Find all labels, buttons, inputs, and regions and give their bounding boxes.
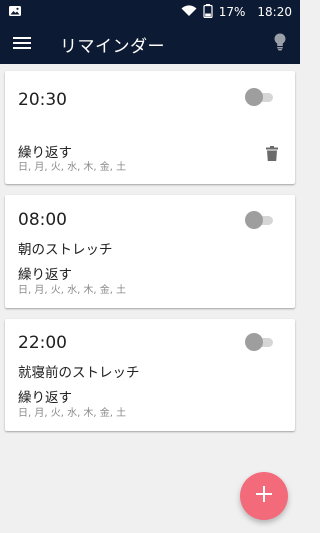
reminder-card[interactable]: 20:30 繰り返す 日, 月, 火, 水, 木, 金, 土 xyxy=(5,71,295,184)
status-time: 18:20 xyxy=(257,5,292,19)
reminder-toggle[interactable] xyxy=(245,333,275,351)
trash-icon xyxy=(266,145,278,165)
delete-button[interactable] xyxy=(263,145,281,165)
add-icon xyxy=(255,485,273,507)
reminder-label[interactable]: 就寝前のストレッチ xyxy=(18,361,140,381)
reminder-label[interactable]: 朝のストレッチ xyxy=(18,238,113,258)
repeat-label[interactable]: 繰り返す xyxy=(18,386,72,406)
reminder-card[interactable]: 22:00 就寝前のストレッチ 繰り返す 日, 月, 火, 水, 木, 金, 土 xyxy=(5,319,295,431)
image-icon xyxy=(8,5,22,20)
battery-percent: 17% xyxy=(218,5,246,19)
add-reminder-button[interactable] xyxy=(240,472,288,520)
status-bar: 17% 18:20 xyxy=(0,0,300,24)
page-title: リマインダー xyxy=(60,36,165,57)
reminder-toggle[interactable] xyxy=(245,88,275,106)
repeat-label[interactable]: 繰り返す xyxy=(18,263,72,283)
status-left xyxy=(8,5,181,20)
lightbulb-button[interactable] xyxy=(260,24,300,64)
battery-icon xyxy=(203,3,213,21)
repeat-days: 日, 月, 火, 水, 木, 金, 土 xyxy=(18,285,127,296)
reminder-time[interactable]: 22:00 xyxy=(18,333,67,353)
repeat-days: 日, 月, 火, 水, 木, 金, 土 xyxy=(18,162,127,173)
menu-button[interactable] xyxy=(0,24,44,64)
app-bar: リマインダー xyxy=(0,24,300,64)
reminder-time[interactable]: 08:00 xyxy=(18,210,67,230)
lightbulb-icon xyxy=(274,33,286,55)
reminder-card[interactable]: 08:00 朝のストレッチ 繰り返す 日, 月, 火, 水, 木, 金, 土 xyxy=(5,195,295,308)
wifi-icon xyxy=(181,4,197,20)
reminder-toggle[interactable] xyxy=(245,211,275,229)
menu-icon xyxy=(13,35,31,54)
reminder-time[interactable]: 20:30 xyxy=(18,90,67,110)
status-right: 17% 18:20 xyxy=(181,3,292,21)
repeat-days: 日, 月, 火, 水, 木, 金, 土 xyxy=(18,408,127,419)
